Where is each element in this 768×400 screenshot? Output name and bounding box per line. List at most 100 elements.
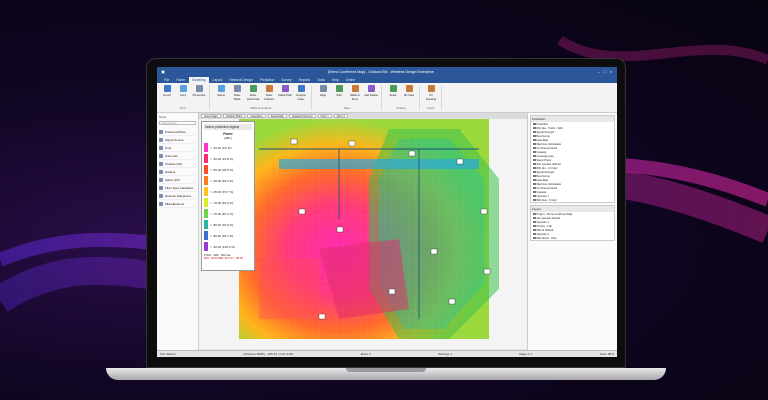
ribbon-button-import[interactable]: Import [160,85,174,106]
tool-item[interactable]: Haulers [159,168,196,176]
tab-tools[interactable]: Tools [314,77,328,83]
tree-checkbox[interactable] [533,170,536,174]
tree-checkbox[interactable] [533,134,536,138]
map-canvas[interactable]: Home Page Outdoor Plans Integration Saved M… [199,113,527,350]
ribbon-button-align[interactable]: Align [316,85,330,106]
ribbon-button-walls-to-floor[interactable]: Walls to Floor [348,85,362,106]
close-icon[interactable]: × [608,69,614,74]
tree-checkbox[interactable] [533,190,536,194]
tree-checkbox[interactable] [533,142,536,146]
tree-checkbox[interactable] [533,232,536,236]
status-cell: Cell (Every 90000) -- WiFi 5G / 2.4G; 8 … [243,352,294,356]
tool-item[interactable]: Signal Source [159,136,196,144]
tab-reports[interactable]: Reports [296,77,314,83]
tree-checkbox[interactable] [533,126,536,130]
ribbon-button-icon [233,85,241,92]
tree-checkbox[interactable] [533,236,536,240]
tab-layout[interactable]: Layout [210,77,226,83]
ribbon-group-label: Plotting [396,106,406,110]
tree-checkbox[interactable] [533,166,536,170]
canvas-tab[interactable]: Floor 1 [317,114,332,118]
ribbon-button-icon [249,85,257,92]
tool-item[interactable]: Miscellaneous [159,200,196,208]
tree-checkbox[interactable] [533,212,536,216]
tree-checkbox[interactable] [533,216,536,220]
tree-item-label: Prediction [536,122,549,126]
ribbon-button-split[interactable]: Split [332,85,346,106]
tree-checkbox[interactable] [533,150,536,154]
ribbon-button-properties[interactable]: Properties [192,85,206,106]
tree-checkbox[interactable] [533,178,536,182]
tool-item[interactable]: Network Equipment [159,192,196,200]
tree-checkbox[interactable] [533,174,536,178]
ribbon-button-cable-path[interactable]: Cable Path [278,85,292,106]
tab-file[interactable]: File [161,77,172,83]
tool-category-icon [159,161,163,166]
tree-checkbox[interactable] [533,220,536,224]
ribbon-button-draw-horizontal[interactable]: Draw Horizontal [246,85,260,106]
ribbon-button-select[interactable]: Select [214,85,228,106]
tree-checkbox[interactable] [533,186,536,190]
tree-checkbox[interactable] [533,158,536,162]
tab-home[interactable]: Home [173,77,188,83]
legend-label: > -40.00 (0.0 %) [210,145,232,150]
tab-modeling[interactable]: Modeling [189,77,209,83]
tree-checkbox[interactable] [533,194,536,198]
tree-item[interactable]: 802.11ac - 5 GHz [531,198,614,202]
status-zoom[interactable]: Zoom: 88 % [600,353,614,356]
tree-item[interactable]: 802.11n/ac - Plus [531,236,614,240]
canvas-tab[interactable]: Floor 2 [333,114,348,118]
tree-checkbox[interactable] [533,138,536,142]
tree-checkbox[interactable] [533,198,536,202]
tool-item[interactable]: Fiber Spec Hardware [159,184,196,192]
legend-swatch [204,198,208,207]
ribbon-button-label: Draw Walls [233,93,241,101]
tree-checkbox[interactable] [533,224,536,228]
layers-tree: Layers Project - Demo Confirmed Map site … [530,205,615,241]
ribbon-button-draw-inclined[interactable]: Draw Inclined [262,85,276,106]
tool-item[interactable]: Chassis (Dif) [159,160,196,168]
tool-category-icon [159,145,163,150]
tools-search-input[interactable]: Quick Search [159,121,196,125]
tab-online[interactable]: Online [343,77,359,83]
tree-checkbox[interactable] [533,146,536,150]
canvas-tab[interactable]: Home Page [201,114,221,118]
tab-network-design[interactable]: Network Design [226,77,255,83]
tool-item[interactable]: Splice (Dif) [159,176,196,184]
ribbon-button-graphic-index[interactable]: Graphic Index [294,85,308,106]
canvas-tab[interactable]: Outdoor Plans [222,114,246,118]
status-pages: Pages 1 / 1 [519,352,533,356]
ribbon-button-3d-view[interactable]: 3D View [402,85,416,106]
canvas-tab[interactable]: Capacity Planning [288,114,316,118]
ribbon-button-copy[interactable]: Copy [176,85,190,106]
tree-checkbox[interactable] [533,162,536,166]
status-errors[interactable]: Errors: 0 [361,353,371,356]
tool-item[interactable]: Preferred Plans [159,128,196,136]
legend-label: > -70.00 (81.9 %) [210,200,234,205]
ribbon-button-label: Copy [179,93,187,97]
tree-checkbox[interactable] [533,228,536,232]
tool-item[interactable]: Cuts [159,144,196,152]
window-title: [Demo Confirmed Map] - Outdoor.Ekt - Wir… [328,69,434,74]
canvas-tab[interactable]: Saved Map [267,114,287,118]
ribbon-button-scale[interactable]: Scale [386,85,400,106]
tree-checkbox[interactable] [533,130,536,134]
tool-item[interactable]: Antennas [159,152,196,160]
ribbon-button-draw-walls[interactable]: Draw Walls [230,85,244,106]
tree-checkbox[interactable] [533,122,536,126]
tab-prediction[interactable]: Prediction [257,77,278,83]
tree-item-label: Signal Strength [536,170,555,174]
legend-label: > -85.00 (94.1 %) [210,233,234,238]
status-warnings[interactable]: Warnings: 1 [438,353,452,356]
tab-survey[interactable]: Survey [278,77,294,83]
tool-category-icon [159,153,163,158]
tool-category-icon [159,201,163,206]
tree-checkbox[interactable] [533,154,536,158]
ribbon-button-add-delete[interactable]: Add Delete [364,85,378,106]
ribbon-button-fit-drawing[interactable]: Fit Drawing [424,85,438,106]
ribbon-button-icon [265,85,273,92]
canvas-tab[interactable]: Integration [247,114,266,118]
tab-help[interactable]: Help [329,77,342,83]
ribbon-button-icon [405,85,413,92]
tree-checkbox[interactable] [533,182,536,186]
